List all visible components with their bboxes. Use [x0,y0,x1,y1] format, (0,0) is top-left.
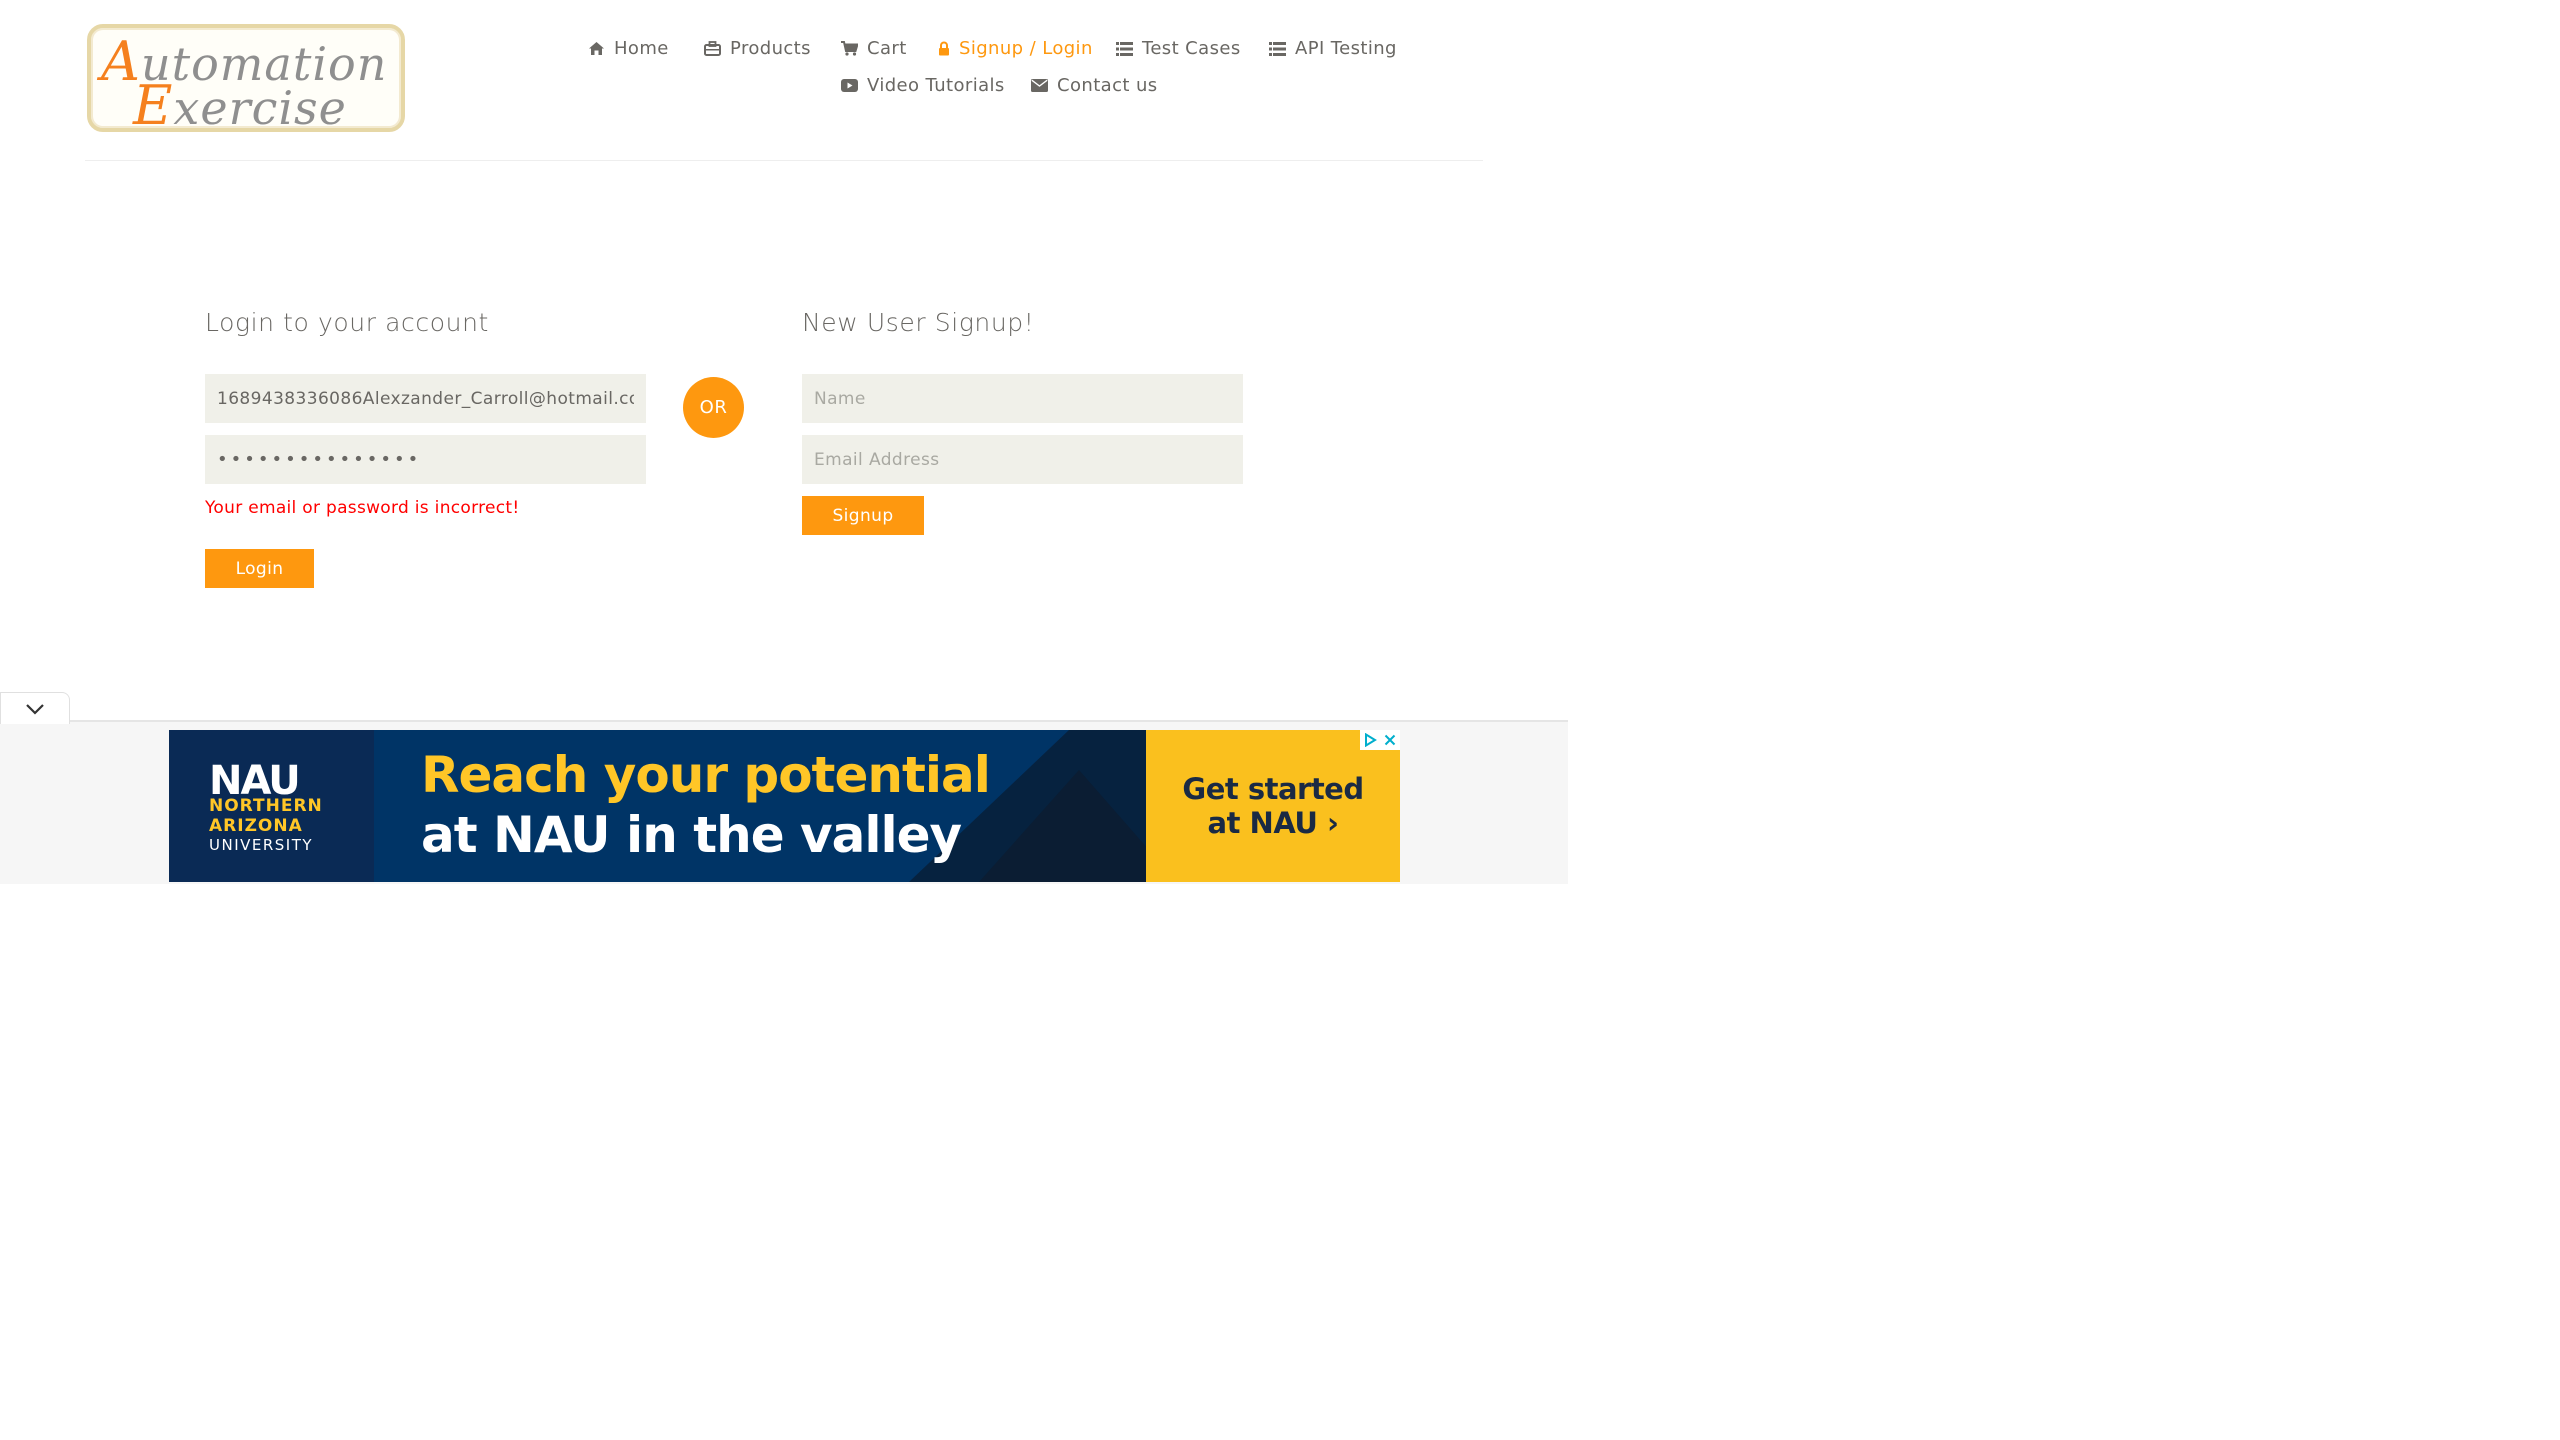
login-button[interactable]: Login [205,549,314,588]
nav-label-home: Home [614,38,669,59]
list-icon [1269,41,1286,56]
login-error-message: Your email or password is incorrect! [205,498,520,518]
signup-form-title: New User Signup! [802,308,1035,337]
login-password-input[interactable] [205,435,646,484]
signup-name-input[interactable] [802,374,1243,423]
nav-home[interactable]: Home [588,38,669,59]
ad-headline-line2: at NAU in the valley [421,806,962,864]
nav-cart[interactable]: Cart [841,38,907,59]
signup-email-input[interactable] [802,435,1243,484]
header-divider [85,160,1483,161]
nau-line-arizona: ARIZONA [209,816,303,836]
nau-line-northern: NORTHERN [209,796,323,816]
login-email-input[interactable] [205,374,646,423]
nav-label-api-testing: API Testing [1295,38,1397,59]
nav-signup-login[interactable]: Signup / Login [938,38,1093,59]
chevron-down-icon [26,703,44,715]
or-badge: OR [683,377,744,438]
ad-cta[interactable]: Get started at NAU › [1146,730,1400,882]
lock-icon [939,41,949,56]
logo-text-line2: xercise [173,81,347,135]
briefcase-icon [704,41,721,56]
logo-cap-e: E [133,74,174,137]
ad-cta-line1: Get started [1182,772,1364,806]
ad-close-icon[interactable] [1380,730,1400,750]
nav-label-cart: Cart [867,38,907,59]
login-form-title: Login to your account [205,308,489,337]
cart-icon [841,41,858,56]
home-icon [589,42,604,55]
ad-headline-line1: Reach your potential [421,746,991,804]
list-icon [1116,41,1133,56]
nau-line-university: UNIVERSITY [209,836,314,854]
ad-cta-line2: at NAU › [1207,806,1339,840]
nav-api-testing[interactable]: API Testing [1269,38,1397,59]
site-logo[interactable]: Automation Exercise [87,24,405,137]
envelope-icon [1031,79,1048,92]
nav-products[interactable]: Products [704,38,811,59]
nav-label-products: Products [730,38,811,59]
youtube-play-icon [841,79,858,92]
nav-contact-us[interactable]: Contact us [1031,75,1158,96]
nav-label-contact-us: Contact us [1057,75,1158,96]
ad-choices-icon[interactable] [1360,730,1380,750]
advertisement[interactable]: NAU NORTHERN ARIZONA UNIVERSITY Reach yo… [169,730,1400,882]
nav-video-tutorials[interactable]: Video Tutorials [841,75,1005,96]
nav-label-test-cases: Test Cases [1142,38,1241,59]
nav-label-signup-login: Signup / Login [959,38,1093,59]
ad-controls [1360,730,1400,750]
nav-label-video-tutorials: Video Tutorials [867,75,1005,96]
nau-logo: NAU NORTHERN ARIZONA UNIVERSITY [169,730,374,882]
nav-test-cases[interactable]: Test Cases [1116,38,1241,59]
signup-button[interactable]: Signup [802,496,924,535]
ad-collapse-toggle[interactable] [0,692,70,724]
